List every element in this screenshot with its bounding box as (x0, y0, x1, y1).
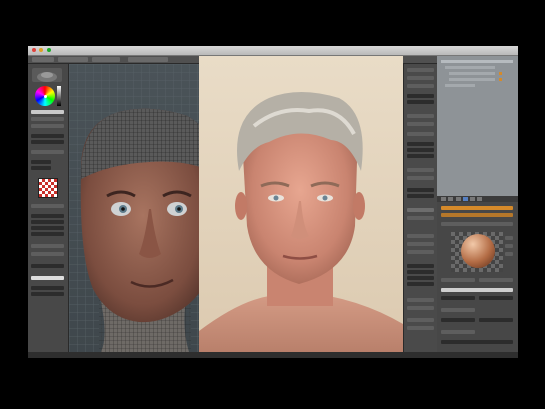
material-slot[interactable] (441, 213, 513, 217)
value-slider[interactable] (57, 86, 61, 106)
properties-column (403, 64, 437, 352)
tool-option[interactable] (31, 150, 64, 154)
tool-option[interactable] (31, 252, 64, 256)
tool-field[interactable] (31, 226, 64, 230)
prop-button[interactable] (407, 306, 434, 310)
color-picker-cursor (44, 95, 47, 98)
header-button[interactable] (128, 57, 168, 62)
prop-button[interactable] (407, 68, 434, 72)
prop-field[interactable] (407, 264, 434, 268)
color-swatch[interactable] (31, 110, 64, 114)
tool-option[interactable] (31, 117, 64, 121)
properties-tabs[interactable] (441, 197, 501, 201)
prop-button[interactable] (407, 84, 434, 88)
tool-field[interactable] (31, 166, 51, 170)
app-window (28, 46, 518, 358)
outliner-row[interactable] (449, 72, 495, 75)
shader-field[interactable] (441, 296, 475, 300)
outliner-row[interactable] (441, 60, 513, 63)
shader-button[interactable] (441, 278, 475, 282)
tool-field[interactable] (31, 232, 64, 236)
header-button[interactable] (32, 57, 54, 62)
prop-button[interactable] (407, 176, 434, 180)
tool-shelf (28, 64, 69, 352)
tool-field[interactable] (31, 292, 64, 296)
prop-field[interactable] (407, 194, 434, 198)
prop-field[interactable] (407, 100, 434, 104)
window-controls (32, 48, 53, 53)
material-sphere-icon (451, 232, 503, 272)
reference-portrait (199, 92, 403, 352)
status-bar (28, 352, 518, 358)
prop-button[interactable] (407, 122, 434, 126)
prop-field[interactable] (407, 94, 434, 98)
shader-field[interactable] (441, 318, 475, 322)
material-slot[interactable] (441, 206, 513, 210)
prop-button[interactable] (407, 76, 434, 80)
prop-button[interactable] (407, 318, 434, 322)
prop-button[interactable] (407, 298, 434, 302)
shader-button[interactable] (441, 330, 475, 334)
material-preview-sphere (461, 234, 495, 268)
tool-field[interactable] (31, 140, 64, 144)
prop-field[interactable] (407, 276, 434, 280)
prop-button[interactable] (407, 114, 434, 118)
prop-button[interactable] (407, 234, 434, 238)
prop-button[interactable] (407, 326, 434, 330)
tool-option[interactable] (31, 204, 64, 208)
header-button[interactable] (58, 57, 88, 62)
tool-field[interactable] (31, 214, 64, 218)
brush-preview (37, 72, 57, 82)
tool-field[interactable] (31, 134, 64, 138)
prop-button[interactable] (407, 250, 434, 254)
prop-button[interactable] (407, 168, 434, 172)
tool-option[interactable] (31, 124, 64, 128)
prop-field[interactable] (407, 142, 434, 146)
outliner[interactable] (437, 56, 518, 196)
prop-field[interactable] (407, 282, 434, 286)
prop-field[interactable] (407, 148, 434, 152)
shader-button[interactable] (441, 308, 475, 312)
reference-image (199, 56, 403, 352)
shader-field[interactable] (479, 318, 513, 322)
shader-field[interactable] (479, 296, 513, 300)
prop-button[interactable] (407, 132, 434, 136)
prop-button[interactable] (407, 242, 434, 246)
preview-option[interactable] (505, 252, 513, 256)
3d-viewport[interactable] (69, 64, 199, 352)
preview-option[interactable] (505, 244, 513, 248)
outliner-row[interactable] (445, 66, 495, 69)
tool-field[interactable] (31, 264, 64, 268)
outliner-row[interactable] (445, 84, 475, 87)
maximize-button[interactable] (46, 48, 51, 52)
head-model (80, 108, 199, 352)
shader-field[interactable] (441, 288, 513, 292)
close-button[interactable] (32, 48, 36, 52)
minimize-button[interactable] (39, 48, 44, 52)
header-button[interactable] (92, 57, 120, 62)
shader-button[interactable] (479, 278, 513, 282)
prop-field[interactable] (407, 188, 434, 192)
shader-field[interactable] (441, 340, 513, 344)
prop-button[interactable] (407, 216, 434, 220)
visibility-icon[interactable] (499, 72, 502, 75)
title-bar (28, 46, 518, 56)
tool-field[interactable] (31, 160, 51, 164)
outliner-row[interactable] (449, 78, 495, 81)
prop-field[interactable] (407, 154, 434, 158)
tool-option[interactable] (31, 244, 64, 248)
preview-option[interactable] (505, 236, 513, 240)
visibility-icon[interactable] (499, 78, 502, 81)
material-name-field[interactable] (441, 222, 513, 226)
texture-checker-icon[interactable] (38, 178, 58, 198)
brush-icon[interactable] (32, 68, 62, 82)
prop-field[interactable] (407, 270, 434, 274)
tool-field[interactable] (31, 220, 64, 224)
tool-field[interactable] (31, 286, 64, 290)
prop-button[interactable] (407, 208, 434, 212)
right-panel (437, 56, 518, 352)
tool-option[interactable] (31, 276, 64, 280)
